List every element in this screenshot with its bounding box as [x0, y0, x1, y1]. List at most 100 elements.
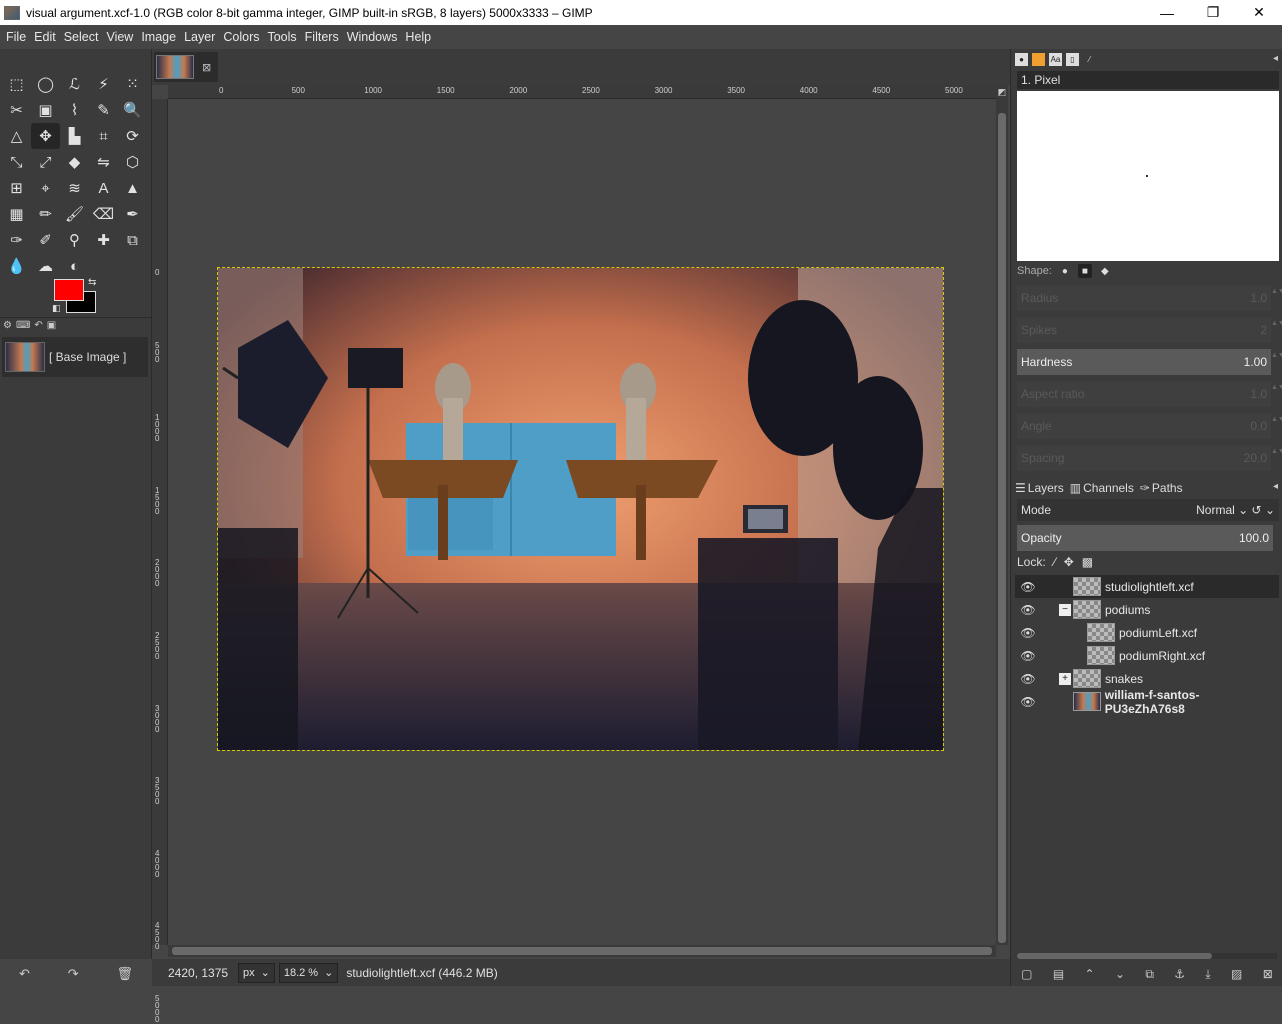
eraser-icon[interactable]: ⌫	[89, 201, 118, 227]
move-icon[interactable]: ✥	[31, 123, 60, 149]
mode-reset-icon[interactable]: ↺	[1252, 503, 1262, 517]
scale-icon[interactable]: ⤡	[2, 149, 31, 175]
brush-param-hardness[interactable]: Hardness 1.00	[1017, 349, 1271, 375]
new-layer-group-icon[interactable]: ▤	[1053, 967, 1064, 981]
shear-icon[interactable]: ⤢	[31, 149, 60, 175]
warp-icon[interactable]: ≋	[60, 175, 89, 201]
free-select-icon[interactable]: ℒ	[60, 71, 89, 97]
visibility-eye-icon[interactable]: 👁	[1015, 580, 1041, 594]
menu-tools[interactable]: Tools	[263, 30, 300, 44]
swap-colors-icon[interactable]: ⇆	[88, 277, 96, 288]
layers-horizontal-scrollbar[interactable]	[1017, 953, 1277, 959]
menu-image[interactable]: Image	[137, 30, 180, 44]
raise-layer-icon[interactable]: ⌃	[1085, 967, 1095, 981]
horizontal-scroll-thumb[interactable]	[172, 947, 992, 955]
device-status-tab-icon[interactable]: ⌨	[16, 320, 30, 331]
paintbrush-icon[interactable]: 🖌	[60, 201, 89, 227]
delete-layer-icon[interactable]: ⊠	[1263, 967, 1273, 981]
menu-windows[interactable]: Windows	[343, 30, 402, 44]
brush-param-angle[interactable]: Angle 0.0	[1017, 413, 1271, 439]
brush-param-radius[interactable]: Radius 1.0	[1017, 285, 1271, 311]
visibility-eye-icon[interactable]: 👁	[1015, 695, 1041, 709]
align-icon[interactable]: ▙	[60, 123, 89, 149]
ellipse-select-icon[interactable]: ◯	[31, 71, 60, 97]
brush-param-aspect-ratio[interactable]: Aspect ratio 1.0	[1017, 381, 1271, 407]
undo-icon[interactable]: ↶	[19, 966, 30, 982]
close-button[interactable]: ✕	[1236, 0, 1282, 25]
reset-colors-icon[interactable]: ◧	[52, 303, 61, 314]
scissors-icon[interactable]: ✂	[2, 97, 31, 123]
canvas-image[interactable]	[217, 267, 944, 751]
heal-icon[interactable]: ✚	[89, 227, 118, 253]
mask-layer-icon[interactable]: ▨	[1231, 967, 1242, 981]
duplicate-layer-icon[interactable]: ⧉	[1145, 967, 1154, 982]
text-icon[interactable]: A	[89, 175, 118, 201]
param-spin-arrows-icon[interactable]: ▲▼	[1271, 349, 1282, 375]
redo-icon[interactable]: ↷	[68, 966, 79, 982]
perspective-clone-icon[interactable]: ⧉	[118, 227, 147, 253]
menu-view[interactable]: View	[102, 30, 137, 44]
layers-panel-menu-icon[interactable]: ◂	[1273, 481, 1278, 492]
horizontal-ruler[interactable]: 0 500 1000 1500 2000 2500 3000 3500 4000 4500 5000	[168, 85, 996, 99]
lock-position-icon[interactable]: ✥	[1064, 555, 1074, 569]
pencil-icon[interactable]: ✏	[31, 201, 60, 227]
menu-help[interactable]: Help	[401, 30, 435, 44]
visibility-eye-icon[interactable]: 👁	[1015, 603, 1041, 617]
brush-preview[interactable]	[1017, 91, 1279, 261]
handle-transform-icon[interactable]: ⌖	[31, 175, 60, 201]
unified-transform-icon[interactable]: ⊞	[2, 175, 31, 201]
layer-row[interactable]: 👁 − podiums	[1015, 598, 1279, 621]
visibility-eye-icon[interactable]: 👁	[1015, 626, 1041, 640]
smudge-icon[interactable]: ☁	[31, 253, 60, 279]
brushes-tab-icon[interactable]: ●	[1015, 53, 1028, 66]
menu-select[interactable]: Select	[60, 30, 103, 44]
tab-channels[interactable]: ▥ Channels	[1070, 481, 1134, 495]
rotate-icon[interactable]: ⟳	[118, 123, 147, 149]
measure-icon[interactable]: △	[2, 123, 31, 149]
vertical-scroll-thumb[interactable]	[998, 113, 1006, 943]
circle-shape-icon[interactable]: ●	[1058, 264, 1072, 278]
cage-icon[interactable]: ⬡	[118, 149, 147, 175]
merge-layer-icon[interactable]: ⤓	[1205, 967, 1210, 982]
menu-file[interactable]: File	[2, 30, 30, 44]
zoom-selector[interactable]: 18.2 % ⌄	[278, 962, 339, 983]
dodge-burn-icon[interactable]: ◐	[60, 253, 89, 279]
images-tab-icon[interactable]: ▣	[47, 320, 56, 331]
tool-options-tab-icon[interactable]: ⚙	[3, 320, 12, 331]
unit-selector[interactable]: px ⌄	[238, 962, 275, 983]
lower-layer-icon[interactable]: ⌄	[1115, 967, 1125, 981]
param-spin-arrows-icon[interactable]: ▲▼	[1271, 285, 1282, 311]
vertical-scrollbar[interactable]	[996, 99, 1008, 945]
close-tab-icon[interactable]: ⊠	[202, 61, 211, 74]
color-picker-icon[interactable]: ✎	[89, 97, 118, 123]
layer-mode-row[interactable]: Mode Normal ⌄ ↺ ⌄	[1017, 499, 1279, 521]
rect-select-icon[interactable]: ⬚	[2, 71, 31, 97]
layers-scroll-thumb[interactable]	[1017, 953, 1212, 959]
navigate-icon[interactable]: ◩	[996, 85, 1008, 99]
minimize-button[interactable]: —	[1144, 0, 1190, 25]
fonts-tab-icon[interactable]: Aa	[1049, 53, 1062, 66]
layer-row[interactable]: 👁 william-f-santos-PU3eZhA76s8	[1015, 688, 1279, 716]
new-layer-icon[interactable]: ▢	[1021, 967, 1032, 981]
crop-icon[interactable]: ⌗	[89, 123, 118, 149]
layer-row[interactable]: 👁 studiolightleft.xcf	[1015, 575, 1279, 598]
layer-row[interactable]: 👁 podiumLeft.xcf	[1015, 621, 1279, 644]
menu-layer[interactable]: Layer	[180, 30, 219, 44]
menu-filters[interactable]: Filters	[301, 30, 343, 44]
color-select-icon[interactable]: ⁙	[118, 71, 147, 97]
foreground-color-swatch[interactable]	[54, 279, 84, 301]
foreground-select-icon[interactable]: ▣	[31, 97, 60, 123]
panel-menu-icon[interactable]: ◂	[1273, 53, 1278, 64]
menu-colors[interactable]: Colors	[219, 30, 263, 44]
lock-pixels-icon[interactable]: ⁄	[1054, 555, 1056, 569]
anchor-layer-icon[interactable]: ⚓	[1174, 967, 1185, 981]
maximize-button[interactable]: ❐	[1190, 0, 1236, 25]
param-spin-arrows-icon[interactable]: ▲▼	[1271, 445, 1282, 471]
horizontal-scrollbar[interactable]	[168, 945, 996, 957]
perspective-icon[interactable]: ◆	[60, 149, 89, 175]
param-spin-arrows-icon[interactable]: ▲▼	[1271, 381, 1282, 407]
images-list-item[interactable]: [ Base Image ]	[2, 337, 148, 377]
expand-icon[interactable]: +	[1059, 672, 1071, 685]
patterns-tab-icon[interactable]	[1032, 53, 1045, 66]
tab-paths[interactable]: ✑ Paths	[1140, 481, 1183, 495]
